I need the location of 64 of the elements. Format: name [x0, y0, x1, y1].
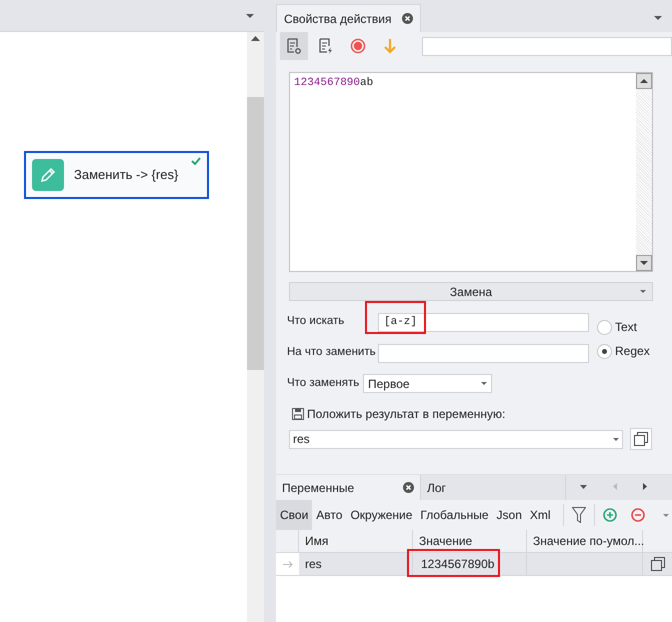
tab-title: Переменные	[282, 480, 354, 496]
action-node[interactable]: Заменить -> {res}	[24, 151, 209, 199]
caret-icon[interactable]	[662, 514, 669, 516]
caret-icon	[481, 382, 487, 385]
scroll-down-button[interactable]	[636, 255, 652, 271]
caret-icon	[613, 438, 619, 440]
caret-icon[interactable]	[654, 16, 662, 20]
field-label: Что заменять	[287, 376, 360, 391]
copy-icon	[634, 432, 648, 446]
table-cell-text: 1234567890b	[421, 556, 494, 573]
filter-tab[interactable]: Авто	[312, 500, 346, 530]
section-label: Положить результат в переменную:	[307, 406, 506, 423]
remove-icon[interactable]	[630, 508, 645, 522]
replace-which-dropdown[interactable]: Первое	[363, 374, 492, 393]
toolbar-button[interactable]	[280, 32, 308, 60]
input-field[interactable]	[422, 36, 672, 56]
pencil-icon	[32, 159, 64, 191]
copy-icon[interactable]	[650, 557, 664, 571]
copy-button[interactable]	[630, 428, 652, 450]
scroll-right-icon[interactable]	[643, 483, 647, 490]
filter-tab[interactable]: Глобальные	[416, 500, 493, 530]
column-header[interactable]: Значение по-умол...	[527, 530, 643, 552]
mode-dropdown[interactable]: Замена	[289, 282, 653, 301]
scrollbar[interactable]	[636, 73, 652, 271]
tab[interactable]: Переменные	[276, 475, 421, 500]
settings-document-icon	[286, 38, 302, 54]
scroll-up-icon[interactable]	[251, 36, 260, 41]
scrollbar[interactable]	[247, 32, 264, 622]
filter-tab[interactable]: Свои	[276, 500, 312, 530]
record-icon	[350, 38, 366, 54]
node-label: Заменить -> {res}	[74, 166, 178, 184]
caret-icon[interactable]	[246, 14, 254, 18]
filter-tab[interactable]: Json	[492, 500, 526, 530]
field-label: Что искать	[287, 314, 346, 329]
add-icon[interactable]	[602, 508, 617, 522]
column-header[interactable]: Имя	[299, 530, 413, 552]
scrollbar-thumb[interactable]	[247, 97, 264, 370]
tab[interactable]: Свойства действия	[276, 4, 421, 32]
tab-title: Лог	[427, 480, 446, 496]
column-header[interactable]: Значение	[413, 530, 527, 552]
radio-button[interactable]	[597, 344, 612, 358]
field-label: На что заменить	[287, 345, 377, 360]
table-cell: res	[299, 553, 413, 575]
close-icon[interactable]	[402, 13, 413, 24]
radio-label: Regex	[615, 343, 650, 360]
row-arrow-icon	[282, 560, 292, 568]
up-arrow-icon	[640, 79, 648, 83]
variable-dropdown[interactable]: res	[289, 430, 623, 448]
down-arrow-icon	[382, 38, 398, 54]
filter-icon[interactable]	[572, 507, 586, 523]
filter-tab[interactable]: Окружение	[346, 500, 416, 530]
down-arrow-icon	[640, 261, 648, 265]
caret-icon[interactable]	[580, 484, 587, 488]
save-icon	[292, 408, 304, 420]
scroll-up-button[interactable]	[636, 73, 652, 89]
radio-button[interactable]	[597, 320, 612, 334]
lightning-document-icon	[318, 38, 334, 54]
close-icon[interactable]	[403, 482, 414, 493]
input-field[interactable]: [a-z]	[378, 312, 589, 332]
tab-title: Свойства действия	[284, 10, 392, 28]
filter-tab[interactable]: Xml	[526, 500, 555, 530]
caret-icon	[640, 290, 646, 293]
radio-label: Text	[615, 319, 638, 336]
input-field[interactable]	[378, 344, 589, 363]
